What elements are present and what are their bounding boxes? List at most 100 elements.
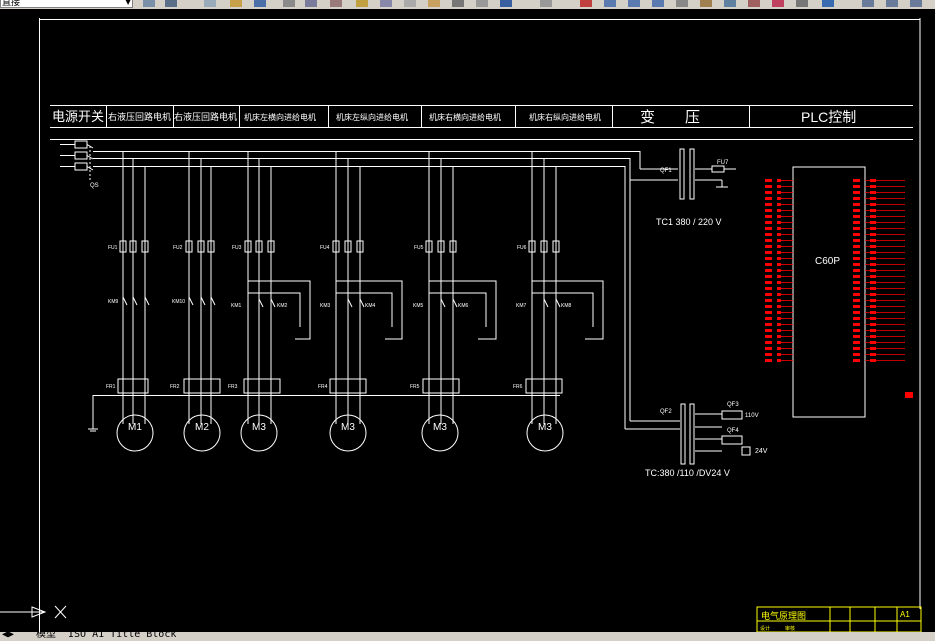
plc-terminal [853, 329, 860, 332]
plc-terminal [765, 245, 772, 248]
tab-layout[interactable]: ISO A1 Title Block [68, 632, 176, 641]
plc-terminal [777, 311, 781, 314]
km-label: KM6 [458, 303, 469, 309]
plc-terminal [765, 191, 772, 194]
plc-terminal [765, 299, 772, 302]
km-label: KM8 [561, 303, 572, 309]
plc-terminal [777, 353, 781, 356]
publish-icon[interactable] [330, 0, 342, 7]
plc-terminal [777, 341, 781, 344]
plc-terminal [765, 317, 772, 320]
km-label: KM3 [320, 303, 331, 309]
plc-terminal [853, 269, 860, 272]
toolpalette-icon[interactable] [724, 0, 736, 7]
plc-terminal [777, 191, 781, 194]
fuse-label: FU4 [320, 245, 330, 251]
plc-terminal [777, 359, 781, 362]
layer-tools-icon[interactable] [910, 0, 922, 7]
plc-terminal [777, 299, 781, 302]
plc-terminal [777, 293, 781, 296]
plc-terminal [765, 179, 772, 182]
markup-icon[interactable] [772, 0, 784, 7]
plc-terminal [777, 221, 781, 224]
pan-icon[interactable] [580, 0, 592, 7]
plc-terminal [765, 185, 772, 188]
plc-terminal [853, 197, 860, 200]
layer-state-icon[interactable] [143, 0, 155, 7]
tc1-label: TC1 380 / 220 V [656, 217, 722, 227]
calculator-icon[interactable] [796, 0, 808, 7]
print-icon[interactable] [283, 0, 295, 7]
cut-icon[interactable] [356, 0, 368, 7]
preview-icon[interactable] [305, 0, 317, 7]
title-text: 电气原理图 [761, 610, 806, 621]
plc-terminal [777, 239, 781, 242]
km-label: KM5 [413, 303, 424, 309]
undo-icon[interactable] [500, 0, 512, 7]
drawing-canvas[interactable]: 电源开关 右液压回路电机 右液压回路电机 机床左横向进给电机 机床左纵向进给电机… [0, 9, 935, 632]
plc-terminal [765, 257, 772, 260]
plc-terminal [853, 275, 860, 278]
sheetset-icon[interactable] [748, 0, 760, 7]
km-label: KM10 [172, 299, 185, 305]
workspace-icon[interactable] [862, 0, 874, 7]
plc-terminal [777, 209, 781, 212]
plc-terminal [777, 269, 781, 272]
redo-icon[interactable] [540, 0, 552, 7]
plc-terminal [853, 179, 860, 182]
plc-terminal [853, 335, 860, 338]
plc-terminal [853, 263, 860, 266]
chevron-down-icon[interactable]: ▼ [125, 0, 131, 6]
plc-terminal [853, 257, 860, 260]
brush-icon[interactable] [452, 0, 464, 7]
plc-terminal [853, 281, 860, 284]
open-icon[interactable] [230, 0, 242, 7]
plc-terminal [765, 347, 772, 350]
qf-label: QF1 [660, 168, 672, 174]
layout-tabs: ◀▶ 模型 ISO A1 Title Block [0, 632, 935, 641]
plc-terminal [777, 329, 781, 332]
designer-text: 设计 [760, 625, 770, 632]
properties-icon[interactable] [676, 0, 688, 7]
save-icon[interactable] [254, 0, 266, 7]
zoom-window-icon[interactable] [628, 0, 640, 7]
paste-icon[interactable] [404, 0, 416, 7]
qf-label: QF2 [660, 409, 672, 415]
nav-arrow-icon[interactable]: ◀▶ [2, 632, 14, 641]
new-icon[interactable] [204, 0, 216, 7]
fr-label: FR3 [228, 384, 238, 390]
fuse-label: FU3 [232, 245, 242, 251]
layers-icon[interactable] [886, 0, 898, 7]
zoom-previous-icon[interactable] [652, 0, 664, 7]
motor-label: M3 [538, 422, 552, 433]
zoom-realtime-icon[interactable] [604, 0, 616, 7]
tab-model[interactable]: 模型 [36, 632, 56, 641]
km-label: KM2 [277, 303, 288, 309]
plc-terminal [765, 209, 772, 212]
matchprop-icon[interactable] [428, 0, 440, 7]
header-cell: 机床左横向进给电机 [244, 112, 316, 122]
plc-terminal [853, 245, 860, 248]
block-icon[interactable] [476, 0, 488, 7]
layer-dropdown[interactable]: 直接 [0, 0, 133, 8]
motor-label: M1 [128, 422, 142, 433]
copy-icon[interactable] [380, 0, 392, 7]
fr-label: FR2 [170, 384, 180, 390]
layer-prev-icon[interactable] [165, 0, 177, 7]
plc-terminal [765, 329, 772, 332]
tc2-label: TC:380 /110 /DV24 V [645, 468, 730, 478]
help-icon[interactable] [822, 0, 834, 7]
plc-terminal [777, 335, 781, 338]
plc-terminal [777, 179, 781, 182]
motor-label: M3 [433, 422, 447, 433]
fr-label: FR6 [513, 384, 523, 390]
plc-terminal [765, 263, 772, 266]
designcenter-icon[interactable] [700, 0, 712, 7]
plc-terminal [777, 215, 781, 218]
plc-terminal [777, 257, 781, 260]
plc-terminal [853, 215, 860, 218]
km-label: KM1 [231, 303, 242, 309]
plc-label: C60P [815, 256, 840, 267]
plc-terminal [853, 251, 860, 254]
plc-terminal [853, 227, 860, 230]
